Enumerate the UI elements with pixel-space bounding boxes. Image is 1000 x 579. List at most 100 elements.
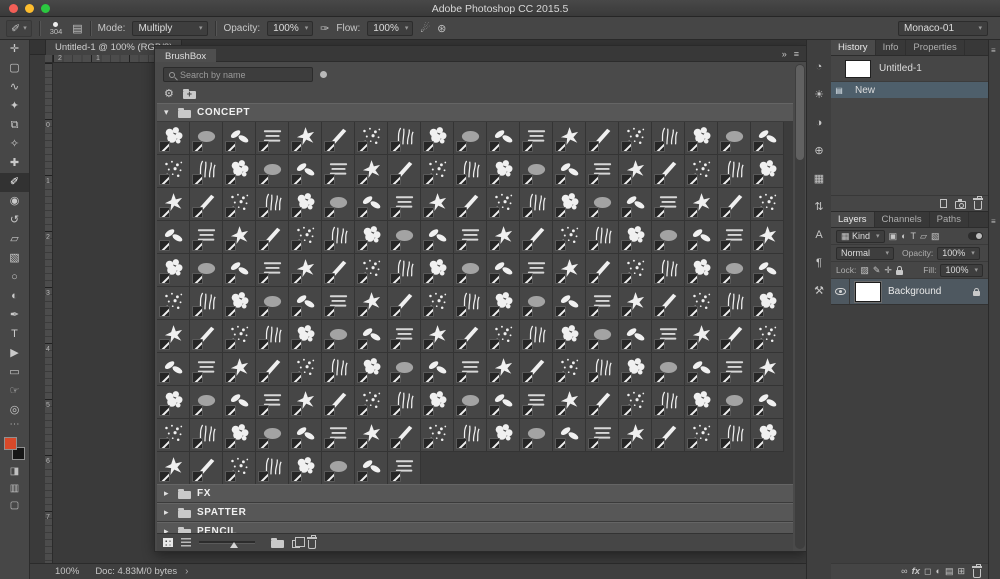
tab-channels[interactable]: Channels (875, 212, 930, 227)
brush-thumbnail[interactable] (256, 452, 289, 484)
tab-properties[interactable]: Properties (906, 40, 964, 55)
brush-thumbnail[interactable] (553, 155, 586, 188)
layer-blend-mode-dropdown[interactable]: Normal (836, 247, 894, 260)
pressure-opacity-icon[interactable]: ✑ (320, 22, 329, 35)
brush-thumbnail[interactable] (487, 353, 520, 386)
brush-thumbnail[interactable] (355, 254, 388, 287)
layer-thumbnail[interactable] (855, 282, 881, 302)
brush-thumbnail[interactable] (652, 287, 685, 320)
opacity-select[interactable]: 100% (267, 21, 313, 36)
brush-thumbnail[interactable] (652, 188, 685, 221)
brush-thumbnail[interactable] (586, 221, 619, 254)
brush-thumbnail[interactable] (586, 353, 619, 386)
brush-thumbnail[interactable] (322, 188, 355, 221)
quick-selection-tool[interactable]: ✦ (0, 97, 29, 116)
new-adjustment-layer-icon[interactable]: ◐ (936, 567, 941, 576)
brush-thumbnail[interactable] (685, 254, 718, 287)
type-tool[interactable]: T (0, 325, 29, 344)
brush-thumbnail[interactable] (520, 320, 553, 353)
brush-thumbnail[interactable] (289, 320, 322, 353)
brush-thumbnail[interactable] (256, 155, 289, 188)
brush-thumbnail[interactable] (421, 254, 454, 287)
lock-all-icon[interactable] (896, 270, 903, 275)
brush-thumbnail[interactable] (652, 254, 685, 287)
hand-tool[interactable]: ☞ (0, 382, 29, 401)
move-tool[interactable]: ✛ (0, 40, 29, 59)
duplicate-brush-icon[interactable] (292, 540, 300, 548)
brush-thumbnail[interactable] (751, 155, 784, 188)
brush-thumbnail[interactable] (190, 254, 223, 287)
brush-thumbnail[interactable] (553, 353, 586, 386)
thumbnail-size-slider[interactable] (199, 537, 255, 549)
rectangle-tool[interactable]: ▭ (0, 363, 29, 382)
brush-thumbnail[interactable] (223, 287, 256, 320)
brush-thumbnail[interactable] (256, 353, 289, 386)
path-selection-tool[interactable]: ▶ (0, 344, 29, 363)
eyedropper-tool[interactable]: ✧ (0, 135, 29, 154)
brush-thumbnail[interactable] (190, 155, 223, 188)
new-group-icon[interactable]: ▤ (945, 567, 954, 576)
clone-stamp-tool[interactable]: ◉ (0, 192, 29, 211)
brush-thumbnail[interactable] (652, 221, 685, 254)
brush-thumbnail[interactable] (454, 320, 487, 353)
brush-thumbnail[interactable] (454, 221, 487, 254)
brush-thumbnail[interactable] (223, 452, 256, 484)
zoom-level[interactable]: 100% (55, 566, 79, 577)
brush-thumbnail[interactable] (520, 254, 553, 287)
brush-thumbnail[interactable] (157, 353, 190, 386)
brush-thumbnail[interactable] (355, 122, 388, 155)
brush-thumbnail[interactable] (289, 122, 322, 155)
scrollbar[interactable] (795, 64, 805, 549)
brush-thumbnail[interactable] (520, 419, 553, 452)
brush-thumbnail[interactable] (421, 188, 454, 221)
brush-thumbnail[interactable] (355, 155, 388, 188)
brush-thumbnail[interactable] (553, 254, 586, 287)
brush-thumbnail[interactable] (223, 221, 256, 254)
tab-paths[interactable]: Paths (930, 212, 969, 227)
visibility-cell[interactable] (831, 279, 850, 304)
brush-thumbnail[interactable] (190, 122, 223, 155)
brush-thumbnail[interactable] (289, 254, 322, 287)
brush-thumbnail[interactable] (322, 320, 355, 353)
brush-thumbnail[interactable] (322, 287, 355, 320)
brush-thumbnail[interactable] (322, 221, 355, 254)
brush-thumbnail[interactable] (751, 386, 784, 419)
flow-select[interactable]: 100% (367, 21, 413, 36)
brush-thumbnail[interactable] (388, 320, 421, 353)
brush-thumbnail[interactable] (487, 287, 520, 320)
brush-thumbnail[interactable] (718, 122, 751, 155)
brush-thumbnail[interactable] (487, 221, 520, 254)
brush-thumbnail[interactable] (586, 188, 619, 221)
delete-state-icon[interactable] (974, 201, 982, 210)
brush-thumbnail[interactable] (586, 155, 619, 188)
brush-thumbnail[interactable] (619, 386, 652, 419)
brush-thumbnail[interactable] (157, 188, 190, 221)
brush-thumbnail[interactable] (322, 386, 355, 419)
brush-thumbnail[interactable] (190, 221, 223, 254)
brush-thumbnail[interactable] (619, 155, 652, 188)
tool-presets-icon[interactable]: ⚒ (814, 284, 824, 299)
brush-preset-picker[interactable]: 304 (47, 20, 66, 36)
edit-toolbar-icon[interactable]: ⋯ (10, 420, 20, 433)
brush-thumbnail[interactable] (751, 353, 784, 386)
zoom-tool[interactable]: ◎ (0, 401, 29, 420)
character-panel-icon[interactable]: A (815, 228, 822, 243)
ruler-vertical[interactable]: 012345678 (45, 63, 53, 563)
history-snapshot-row[interactable]: Untitled-1 (831, 56, 988, 82)
brush-thumbnail[interactable] (454, 287, 487, 320)
filter-smart-objects-icon[interactable]: ▧ (931, 232, 940, 241)
brush-thumbnail[interactable] (454, 353, 487, 386)
folder-header-pencil[interactable]: ▸PENCIL (157, 522, 793, 533)
brush-thumbnail[interactable] (718, 386, 751, 419)
brush-thumbnail[interactable] (322, 155, 355, 188)
brush-thumbnail[interactable] (388, 386, 421, 419)
brush-thumbnail[interactable] (520, 221, 553, 254)
brush-thumbnail[interactable] (619, 353, 652, 386)
lock-image-icon[interactable]: ✎ (873, 266, 881, 275)
brush-thumbnail[interactable] (454, 122, 487, 155)
brush-thumbnail[interactable] (322, 254, 355, 287)
brush-thumbnail[interactable] (256, 122, 289, 155)
brush-thumbnail[interactable] (256, 188, 289, 221)
brush-thumbnail[interactable] (421, 287, 454, 320)
list-view-icon[interactable] (181, 538, 191, 547)
